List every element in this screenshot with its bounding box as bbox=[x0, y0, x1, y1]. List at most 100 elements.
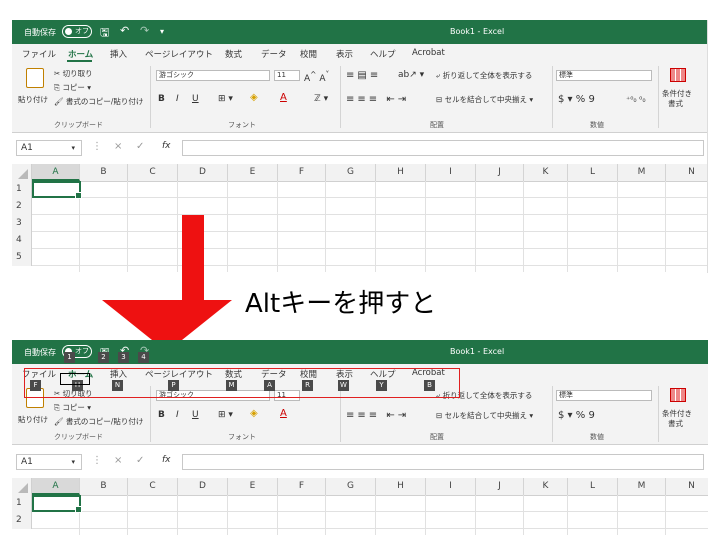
column-header-h[interactable]: H bbox=[376, 164, 426, 181]
wrap-text-button[interactable]: ⤶ 折り返して全体を表示する bbox=[436, 70, 532, 81]
formula-input[interactable] bbox=[182, 454, 704, 470]
underline-button[interactable]: U bbox=[192, 94, 199, 104]
horizontal-align-icons[interactable]: ≡≡≡ ⇤⇥ bbox=[346, 410, 409, 421]
column-header-n[interactable]: N bbox=[666, 478, 708, 495]
row-header[interactable]: 1 bbox=[12, 181, 32, 198]
fill-handle[interactable] bbox=[75, 192, 82, 199]
autosave-toggle[interactable]: オフ bbox=[62, 25, 92, 38]
column-header-b[interactable]: B bbox=[80, 164, 128, 181]
column-header-k[interactable]: K bbox=[524, 164, 568, 181]
select-all-button[interactable] bbox=[12, 164, 32, 181]
font-color-icon[interactable]: A bbox=[280, 92, 287, 103]
column-header-l[interactable]: L bbox=[568, 164, 618, 181]
name-box[interactable]: A1 ▾ bbox=[16, 140, 82, 156]
column-header-g[interactable]: G bbox=[326, 164, 376, 181]
fill-color-icon[interactable]: ◈ bbox=[250, 92, 258, 103]
tab-page-layout[interactable]: ページレイアウト bbox=[145, 48, 213, 60]
currency-button[interactable]: $ ▾ % 9 bbox=[558, 94, 595, 105]
column-header-m[interactable]: M bbox=[618, 478, 666, 495]
column-header-d[interactable]: D bbox=[178, 478, 228, 495]
undo-icon[interactable]: ↶ bbox=[120, 24, 129, 37]
font-color-icon[interactable]: A bbox=[280, 408, 287, 419]
redo-icon[interactable]: ↷ bbox=[140, 24, 149, 37]
grow-font-button[interactable]: A^ A˅ bbox=[304, 70, 329, 84]
column-header-b[interactable]: B bbox=[80, 478, 128, 495]
phonetic-icon[interactable]: ℤ ▾ bbox=[314, 94, 328, 104]
tab-review[interactable]: 校閲 bbox=[300, 48, 317, 60]
cancel-icon[interactable]: × bbox=[114, 455, 122, 466]
column-header-i[interactable]: I bbox=[426, 164, 476, 181]
row-header[interactable]: 4 bbox=[12, 232, 32, 249]
copy-button[interactable]: ⎘ コピー ▾ bbox=[54, 82, 91, 93]
merge-center-button[interactable]: ⊟ セルを結合して中央揃え ▾ bbox=[436, 410, 533, 421]
column-header-c[interactable]: C bbox=[128, 478, 178, 495]
italic-button[interactable]: I bbox=[176, 94, 179, 104]
tab-formulas[interactable]: 数式 bbox=[225, 48, 242, 60]
row-header[interactable]: 3 bbox=[12, 215, 32, 232]
enter-icon[interactable]: ✓ bbox=[136, 455, 144, 466]
tab-insert[interactable]: 挿入 bbox=[110, 48, 127, 60]
column-header-f[interactable]: F bbox=[278, 478, 326, 495]
bold-button[interactable]: B bbox=[158, 94, 165, 104]
active-cell[interactable] bbox=[32, 181, 82, 199]
insert-function-icon[interactable]: fx bbox=[162, 455, 171, 465]
column-header-n[interactable]: N bbox=[666, 164, 708, 181]
tab-file[interactable]: ファイル bbox=[22, 48, 56, 60]
italic-button[interactable]: I bbox=[176, 410, 179, 420]
select-all-button[interactable] bbox=[12, 478, 32, 495]
conditional-format-icon[interactable] bbox=[670, 68, 686, 82]
name-box[interactable]: A1 ▾ bbox=[16, 454, 82, 470]
currency-button[interactable]: $ ▾ % 9 bbox=[558, 410, 595, 421]
underline-button[interactable]: U bbox=[192, 410, 199, 420]
column-header-f[interactable]: F bbox=[278, 164, 326, 181]
vertical-align-icons[interactable]: ≡▤≡ bbox=[346, 70, 381, 81]
row-header[interactable]: 2 bbox=[12, 198, 32, 215]
tab-home[interactable]: ホーム bbox=[68, 48, 93, 60]
fill-handle[interactable] bbox=[75, 506, 82, 513]
worksheet-grid[interactable]: ABCDEFGHIJKLMN 12345 bbox=[12, 164, 708, 273]
border-button[interactable]: ⊞ ▾ bbox=[218, 94, 233, 104]
paste-icon[interactable] bbox=[26, 68, 44, 88]
column-header-h[interactable]: H bbox=[376, 478, 426, 495]
column-header-d[interactable]: D bbox=[178, 164, 228, 181]
orientation-icon[interactable]: ab↗ ▾ bbox=[398, 70, 424, 80]
number-format-select[interactable]: 標準 bbox=[556, 390, 652, 401]
border-button[interactable]: ⊞ ▾ bbox=[218, 410, 233, 420]
number-format-select[interactable]: 標準 bbox=[556, 70, 652, 81]
column-header-e[interactable]: E bbox=[228, 478, 278, 495]
horizontal-align-icons[interactable]: ≡≡≡ ⇤⇥ bbox=[346, 94, 409, 105]
format-painter-button[interactable]: 🖌 書式のコピー/貼り付け bbox=[54, 96, 143, 107]
tab-view[interactable]: 表示 bbox=[336, 48, 353, 60]
cut-button[interactable]: ✂ 切り取り bbox=[54, 68, 93, 79]
save-icon[interactable]: 🖫 bbox=[100, 24, 109, 43]
tab-acrobat[interactable]: Acrobat bbox=[412, 48, 445, 58]
active-cell[interactable] bbox=[32, 495, 82, 513]
row-header[interactable]: 5 bbox=[12, 249, 32, 266]
merge-center-button[interactable]: ⊟ セルを結合して中央揃え ▾ bbox=[436, 94, 533, 105]
format-painter-button[interactable]: 🖌 書式のコピー/貼り付け bbox=[54, 416, 143, 427]
copy-button[interactable]: ⎘ コピー ▾ bbox=[54, 402, 91, 413]
column-header-m[interactable]: M bbox=[618, 164, 666, 181]
customize-icon[interactable]: ▾ bbox=[160, 27, 164, 36]
column-header-a[interactable]: A bbox=[32, 478, 80, 495]
paste-button[interactable]: 貼り付け bbox=[18, 414, 48, 425]
column-header-k[interactable]: K bbox=[524, 478, 568, 495]
font-name-select[interactable]: 游ゴシック bbox=[156, 70, 270, 81]
worksheet-grid[interactable]: ABCDEFGHIJKLMN 12 bbox=[12, 478, 708, 554]
conditional-format-icon[interactable] bbox=[670, 388, 686, 402]
paste-button[interactable]: 貼り付け bbox=[18, 94, 48, 105]
column-header-i[interactable]: I bbox=[426, 478, 476, 495]
column-header-a[interactable]: A bbox=[32, 164, 80, 181]
column-header-g[interactable]: G bbox=[326, 478, 376, 495]
fill-color-icon[interactable]: ◈ bbox=[250, 408, 258, 419]
column-header-j[interactable]: J bbox=[476, 164, 524, 181]
row-header[interactable]: 2 bbox=[12, 512, 32, 529]
insert-function-icon[interactable]: fx bbox=[162, 141, 171, 151]
bold-button[interactable]: B bbox=[158, 410, 165, 420]
cancel-icon[interactable]: × bbox=[114, 141, 122, 152]
enter-icon[interactable]: ✓ bbox=[136, 141, 144, 152]
decimal-buttons[interactable]: ⁺⁰₀ ⁰₀ bbox=[626, 95, 646, 104]
row-header[interactable]: 1 bbox=[12, 495, 32, 512]
column-header-e[interactable]: E bbox=[228, 164, 278, 181]
column-header-c[interactable]: C bbox=[128, 164, 178, 181]
